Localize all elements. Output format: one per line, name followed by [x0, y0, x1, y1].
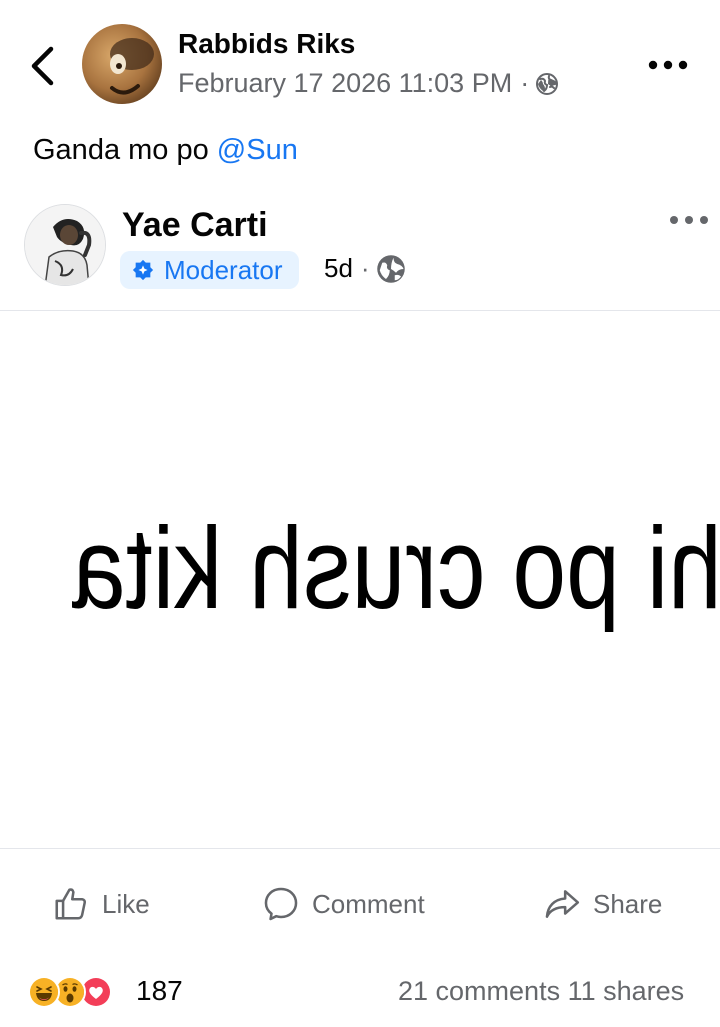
shares-count[interactable]: 11 shares [568, 976, 685, 1006]
author-avatar[interactable] [82, 24, 162, 104]
more-horizontal-icon [648, 60, 688, 70]
comment-button[interactable]: Comment [262, 880, 425, 928]
shared-post-time[interactable]: 5d [324, 253, 353, 284]
share-arrow-icon [545, 890, 580, 918]
chevron-left-icon [31, 46, 54, 86]
divider [0, 848, 720, 849]
post-meta: February 17 2026 11:03 PM · [178, 68, 559, 99]
meta-separator: · [360, 253, 370, 283]
post-caption: Ganda mo po @Sun [33, 134, 298, 167]
post-timestamp[interactable]: February 17 2026 11:03 PM [178, 68, 512, 99]
shared-post-meta: 5d · [324, 253, 406, 284]
comments-count[interactable]: 21 comments [398, 976, 560, 1006]
engagement-stats: 21 comments 11 shares [398, 976, 684, 1007]
globe-icon [376, 254, 405, 283]
post-caption-text: Ganda mo po [33, 134, 217, 166]
image-text: hi po crush kita [72, 516, 720, 633]
author-name[interactable]: Rabbids Riks [178, 28, 355, 60]
like-button[interactable]: Like [52, 880, 150, 928]
reaction-count[interactable]: 187 [136, 975, 183, 1007]
meta-separator: · [520, 68, 530, 98]
like-label: Like [102, 888, 150, 919]
moderator-badge-icon [132, 259, 154, 281]
more-horizontal-icon [670, 216, 708, 224]
mirrored-text-image: hi po crush kita [72, 516, 720, 633]
moderator-badge: Moderator [120, 251, 299, 289]
comment-label: Comment [312, 888, 425, 919]
share-button[interactable]: Share [543, 880, 662, 928]
shared-post-options-button[interactable] [664, 203, 714, 237]
thumbs-up-icon [55, 888, 86, 920]
shared-author-name[interactable]: Yae Carti [122, 206, 268, 245]
shared-author-avatar[interactable] [24, 204, 106, 286]
back-button[interactable] [20, 40, 64, 92]
reaction-icons[interactable] [28, 972, 112, 1012]
post-options-button[interactable] [644, 48, 692, 82]
share-label: Share [593, 888, 663, 919]
globe-icon [536, 72, 559, 95]
comment-icon [264, 887, 298, 921]
post-image[interactable]: hi po crush kita [0, 312, 720, 848]
haha-reaction-icon [28, 976, 60, 1008]
moderator-badge-label: Moderator [164, 254, 283, 285]
mention-link[interactable]: @Sun [217, 134, 298, 166]
divider [0, 310, 720, 311]
